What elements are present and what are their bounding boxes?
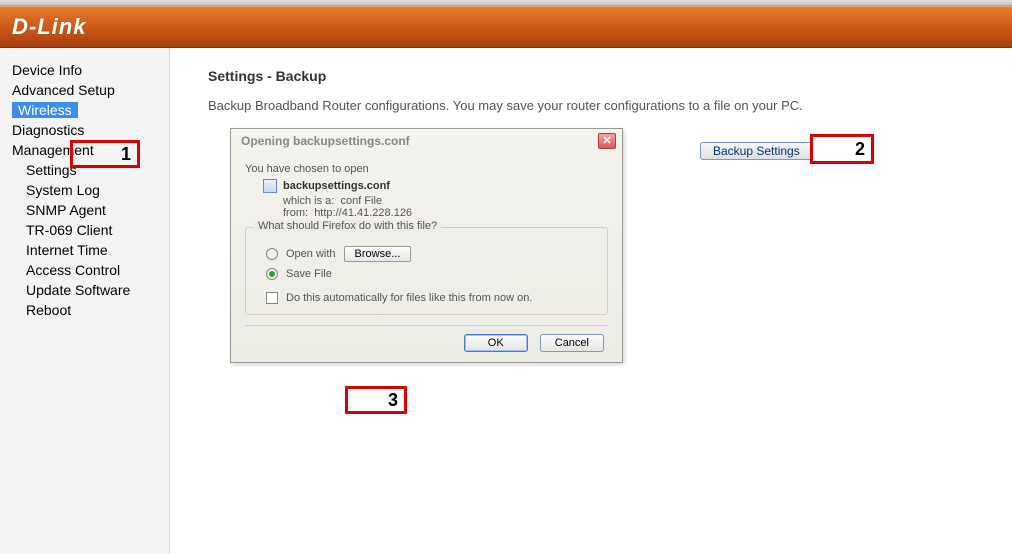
from-value: http://41.41.228.126 — [314, 207, 412, 219]
from-label: from: — [283, 207, 308, 219]
callout-3-label: 3 — [388, 390, 398, 411]
nav-update-software[interactable]: Update Software — [8, 280, 169, 300]
close-icon[interactable]: ✕ — [598, 133, 616, 149]
callout-2-label: 2 — [855, 139, 865, 160]
save-file-radio[interactable] — [266, 268, 278, 280]
main-content: Settings - Backup Backup Broadband Route… — [170, 48, 1012, 554]
browse-button[interactable]: Browse... — [344, 246, 412, 262]
dialog-separator — [245, 325, 608, 326]
download-dialog: Opening backupsettings.conf ✕ You have c… — [230, 128, 623, 363]
header-banner: D-Link — [0, 6, 1012, 48]
nav-reboot[interactable]: Reboot — [8, 300, 169, 320]
page-title: Settings - Backup — [208, 68, 992, 84]
callout-3: 3 — [345, 386, 407, 414]
nav-internet-time[interactable]: Internet Time — [8, 240, 169, 260]
file-icon — [263, 179, 277, 193]
sidebar-nav: Device Info Advanced Setup Wireless Diag… — [0, 48, 170, 554]
which-is-label: which is a: — [283, 195, 334, 207]
nav-device-info[interactable]: Device Info — [8, 60, 169, 80]
brand-logo: D-Link — [12, 14, 86, 40]
dialog-chosen-text: You have chosen to open — [245, 163, 608, 175]
nav-system-log[interactable]: System Log — [8, 180, 169, 200]
open-with-label: Open with — [286, 248, 336, 260]
callout-2: 2 — [810, 134, 874, 164]
nav-wireless[interactable]: Wireless — [8, 100, 169, 120]
nav-wireless-label: Wireless — [12, 102, 78, 118]
nav-advanced-setup[interactable]: Advanced Setup — [8, 80, 169, 100]
nav-tr069[interactable]: TR-069 Client — [8, 220, 169, 240]
dialog-title: Opening backupsettings.conf — [241, 134, 410, 148]
nav-diagnostics[interactable]: Diagnostics — [8, 120, 169, 140]
ok-button[interactable]: OK — [464, 334, 528, 352]
nav-snmp-agent[interactable]: SNMP Agent — [8, 200, 169, 220]
auto-checkbox[interactable] — [266, 292, 278, 304]
which-is-value: conf File — [340, 195, 382, 207]
auto-label: Do this automatically for files like thi… — [286, 292, 532, 304]
dialog-filename: backupsettings.conf — [283, 180, 390, 192]
callout-1-label: 1 — [121, 144, 131, 165]
page-description: Backup Broadband Router configurations. … — [208, 98, 992, 113]
cancel-button[interactable]: Cancel — [540, 334, 604, 352]
open-with-radio[interactable] — [266, 248, 278, 260]
save-file-label: Save File — [286, 268, 332, 280]
dialog-question: What should Firefox do with this file? — [254, 220, 441, 232]
callout-1: 1 — [70, 140, 140, 168]
backup-settings-button[interactable]: Backup Settings — [700, 142, 813, 160]
nav-access-control[interactable]: Access Control — [8, 260, 169, 280]
